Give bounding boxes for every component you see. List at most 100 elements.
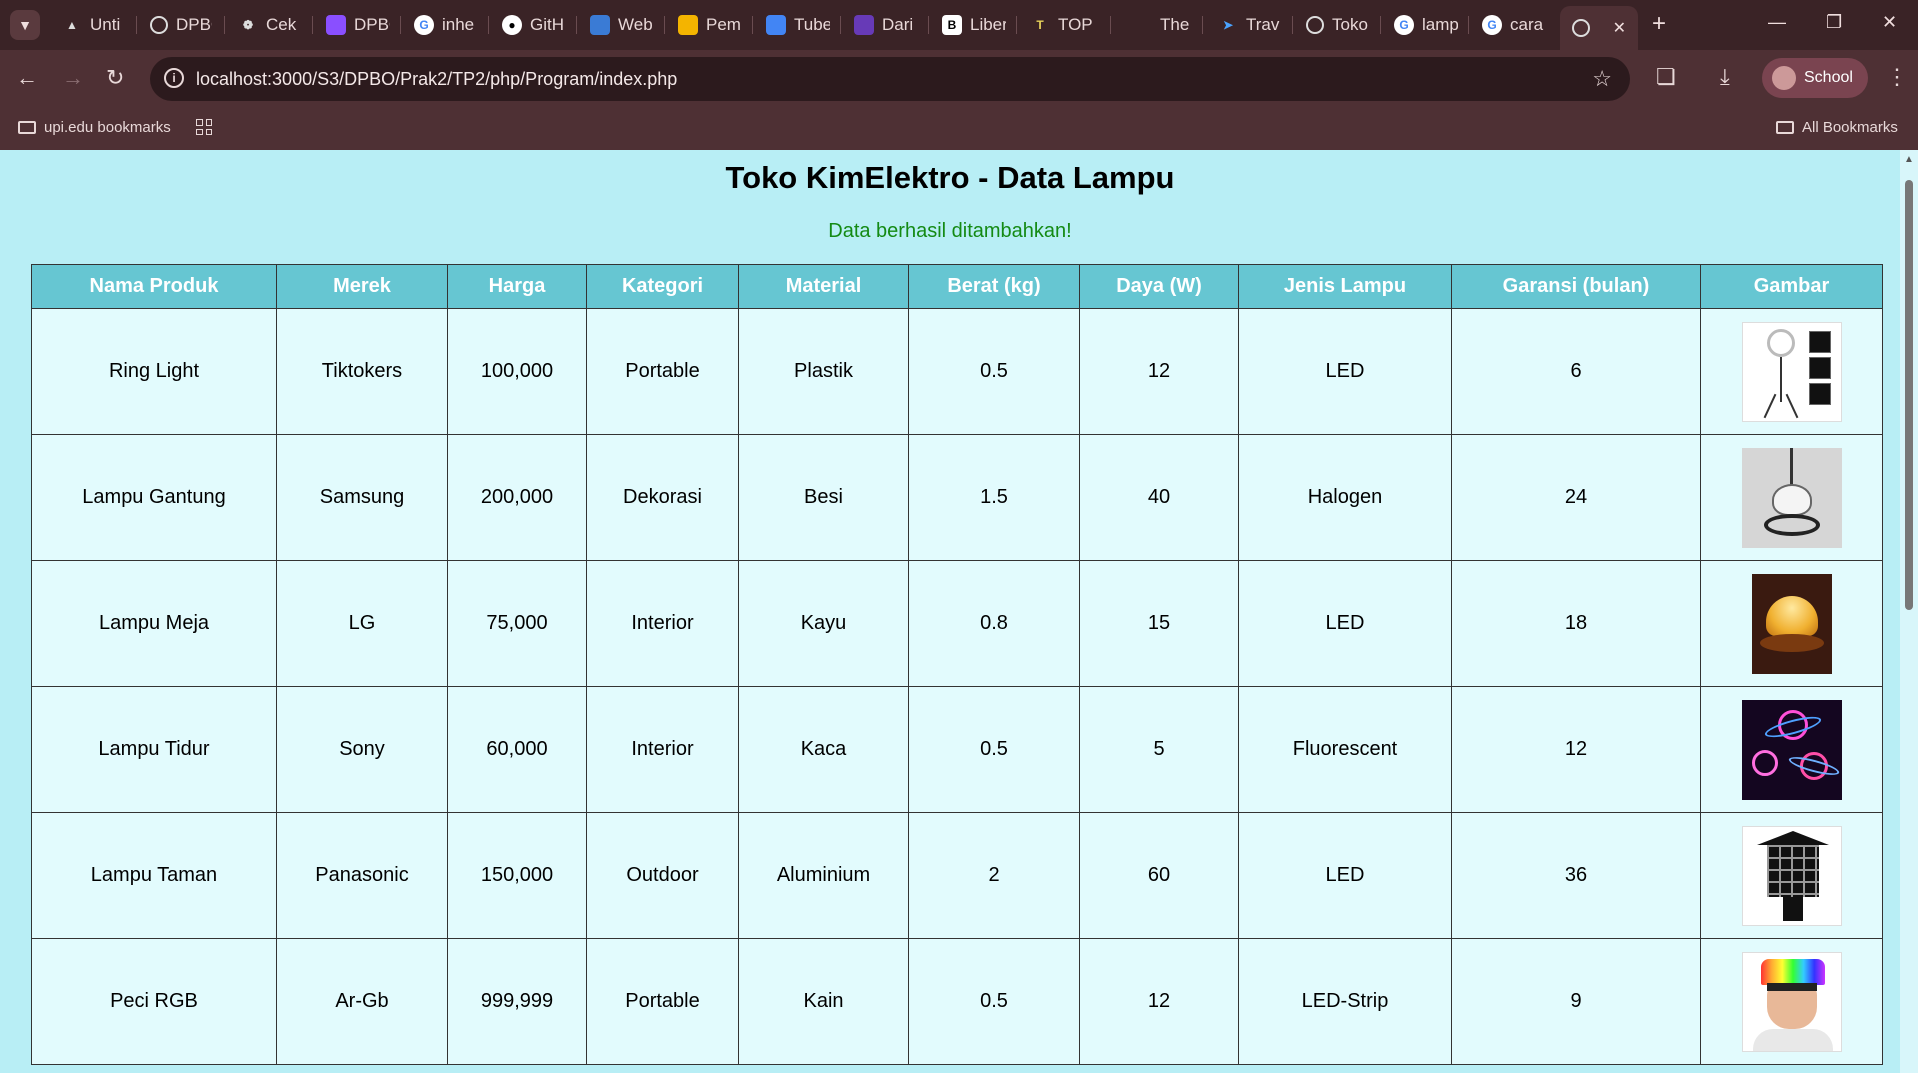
reload-button[interactable]: ↻	[106, 66, 124, 90]
cell-garansi: 18	[1451, 560, 1701, 687]
apps-grid-icon	[196, 119, 212, 135]
browser-tab[interactable]: DPBO	[138, 8, 218, 42]
cell-daya: 60	[1079, 812, 1239, 939]
browser-tab[interactable]: Tube	[754, 8, 834, 42]
cell-material: Aluminium	[738, 812, 909, 939]
tab-title: Unti	[90, 15, 121, 34]
cell-merek: Ar-Gb	[276, 938, 448, 1065]
chevron-down-icon: ▼	[18, 17, 32, 33]
close-icon[interactable]: ✕	[1613, 18, 1626, 38]
bookmarks-bar: upi.edu bookmarks All Bookmarks	[0, 108, 1918, 150]
window-close-button[interactable]: ✕	[1882, 12, 1897, 33]
cell-jenis: LED	[1238, 812, 1452, 939]
cell-harga: 999,999	[447, 938, 587, 1065]
cell-nama: Peci RGB	[31, 938, 277, 1065]
cell-kategori: Portable	[586, 308, 739, 435]
browser-tab[interactable]: G lamp	[1382, 8, 1462, 42]
bookmark-folder-upi[interactable]: upi.edu bookmarks	[18, 119, 171, 136]
browser-tab[interactable]: ➤ Trav	[1206, 8, 1286, 42]
cell-berat: 1.5	[908, 434, 1080, 561]
product-image-lampu-taman	[1741, 825, 1842, 926]
new-tab-button[interactable]: +	[1652, 12, 1666, 36]
table-row: Lampu Gantung Samsung 200,000 Dekorasi B…	[31, 434, 1883, 561]
product-image-ring-light	[1741, 321, 1842, 422]
tp-icon: T	[1036, 18, 1044, 32]
cell-harga: 75,000	[447, 560, 587, 687]
forward-button[interactable]: →	[62, 66, 84, 90]
browser-tab[interactable]: B Liber	[930, 8, 1010, 42]
minimize-button[interactable]: —	[1768, 12, 1786, 33]
cell-merek: Samsung	[276, 434, 448, 561]
browser-tab[interactable]: Pem	[666, 8, 746, 42]
tab-title: inhe	[442, 15, 475, 34]
google-icon: G	[1394, 15, 1414, 35]
cell-gambar	[1700, 686, 1883, 813]
blank-icon	[1132, 15, 1152, 35]
cell-jenis: Halogen	[1238, 434, 1452, 561]
all-bookmarks-button[interactable]: All Bookmarks	[1776, 119, 1898, 136]
cell-gambar	[1700, 938, 1883, 1065]
browser-tab[interactable]: G cara	[1470, 8, 1550, 42]
tab-title: Pem	[706, 15, 741, 34]
chat-icon	[326, 15, 346, 35]
cell-harga: 100,000	[447, 308, 587, 435]
cell-merek: LG	[276, 560, 448, 687]
download-icon[interactable]: ⤓	[1720, 64, 1730, 90]
cell-garansi: 9	[1451, 938, 1701, 1065]
profile-button[interactable]: School	[1762, 58, 1868, 98]
table-row: Peci RGB Ar-Gb 999,999 Portable Kain 0.5…	[31, 938, 1883, 1065]
restore-button[interactable]: ❐	[1826, 12, 1842, 33]
bookmark-label: upi.edu bookmarks	[44, 119, 171, 136]
scrollbar-thumb[interactable]	[1905, 180, 1913, 610]
tab-title: Toko	[1332, 15, 1368, 34]
browser-tab[interactable]: G inhe	[402, 8, 482, 42]
address-bar[interactable]: i localhost:3000/S3/DPBO/Prak2/TP2/php/P…	[150, 57, 1630, 101]
browser-tab[interactable]: ❁ Cek	[226, 8, 306, 42]
url-text[interactable]: localhost:3000/S3/DPBO/Prak2/TP2/php/Pro…	[196, 69, 677, 90]
page-scrollbar[interactable]: ▲	[1900, 150, 1918, 1073]
page-title: Toko KimElektro - Data Lampu	[725, 160, 1175, 195]
tab-title: cara	[1510, 15, 1544, 34]
column-header: Harga	[447, 264, 587, 309]
site-info-icon[interactable]: i	[164, 68, 184, 88]
cell-kategori: Interior	[586, 560, 739, 687]
cell-material: Besi	[738, 434, 909, 561]
menu-icon[interactable]: ⋮	[1886, 64, 1908, 90]
cell-material: Kain	[738, 938, 909, 1065]
browser-tab-active[interactable]: ✕	[1560, 6, 1638, 50]
tab-title: Web	[618, 15, 653, 34]
book-icon: B	[942, 15, 962, 35]
extensions-icon[interactable]: ❏	[1656, 64, 1676, 90]
apps-button[interactable]	[196, 119, 212, 135]
cell-nama: Ring Light	[31, 308, 277, 435]
scroll-up-icon[interactable]: ▲	[1904, 154, 1914, 165]
browser-tab[interactable]: T TOP	[1018, 8, 1098, 42]
cell-nama: Lampu Meja	[31, 560, 277, 687]
back-button[interactable]: ←	[16, 66, 38, 90]
cell-material: Kayu	[738, 560, 909, 687]
tab-title: DPBO	[176, 15, 212, 34]
cell-nama: Lampu Taman	[31, 812, 277, 939]
globe-icon	[1306, 16, 1324, 34]
profile-label: School	[1804, 69, 1853, 86]
column-header: Berat (kg)	[908, 264, 1080, 309]
column-header: Merek	[276, 264, 448, 309]
tab-title: The	[1160, 15, 1190, 34]
folder-icon	[1776, 121, 1794, 134]
browser-tab[interactable]: DPBO	[314, 8, 394, 42]
table-row: Lampu Taman Panasonic 150,000 Outdoor Al…	[31, 812, 1883, 939]
cell-nama: Lampu Gantung	[31, 434, 277, 561]
browser-tab[interactable]: Toko	[1294, 8, 1374, 42]
cell-jenis: LED-Strip	[1238, 938, 1452, 1065]
browser-tab[interactable]: ● GitH	[490, 8, 570, 42]
tab-title: GitH	[530, 15, 564, 34]
browser-tab[interactable]: ▲ Unti	[50, 8, 130, 42]
cell-daya: 40	[1079, 434, 1239, 561]
bookmark-star-icon[interactable]: ☆	[1592, 66, 1612, 92]
browser-tab[interactable]: Web	[578, 8, 658, 42]
browser-tab[interactable]: Dari	[842, 8, 922, 42]
globe-icon	[1572, 19, 1590, 37]
browser-tab[interactable]: The	[1120, 8, 1200, 42]
forms-icon	[854, 15, 874, 35]
tab-search-button[interactable]: ▼	[10, 10, 40, 40]
